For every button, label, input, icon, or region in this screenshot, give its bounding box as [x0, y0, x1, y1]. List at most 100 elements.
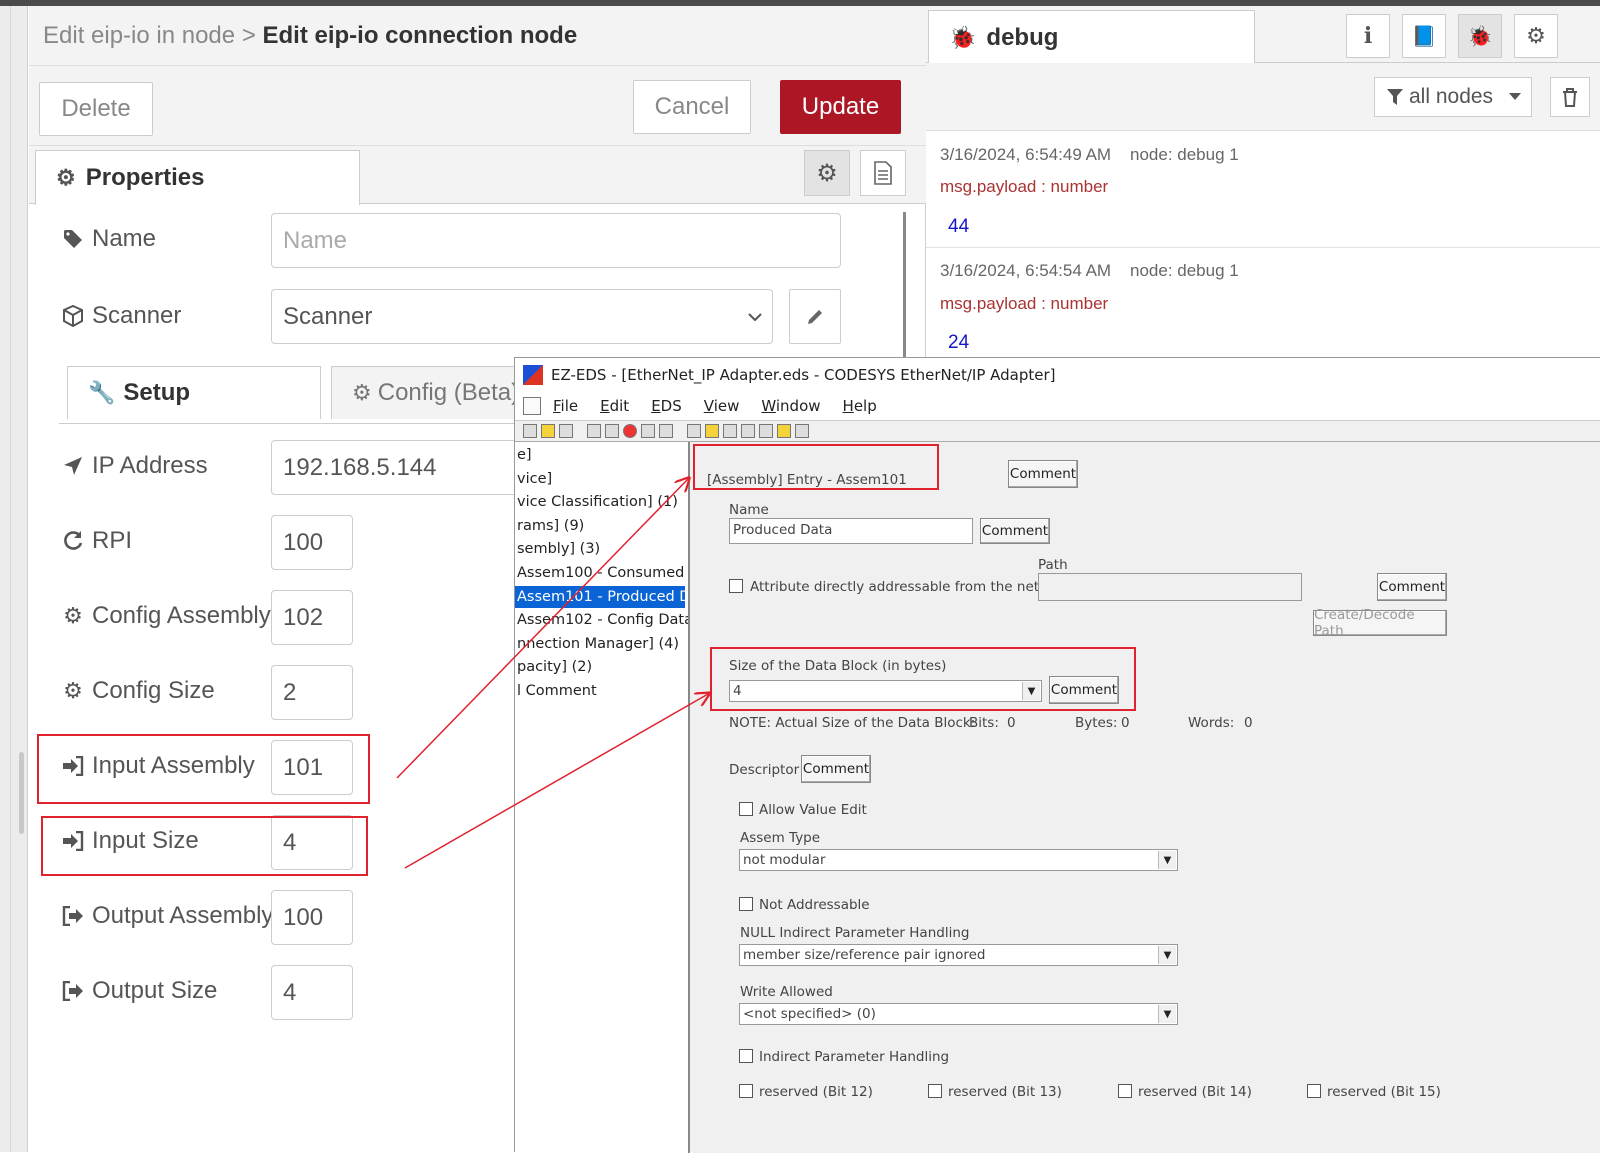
- assem-type-select[interactable]: not modular ▼: [739, 849, 1178, 871]
- editor-toolbar: Delete Cancel Update: [29, 66, 926, 146]
- setup-field-input[interactable]: 100: [271, 890, 353, 945]
- name-field[interactable]: Produced Data: [729, 518, 973, 544]
- menu-window[interactable]: Window: [761, 397, 820, 415]
- tool-icon[interactable]: [659, 424, 673, 438]
- tree-item[interactable]: nnection Manager] (4): [517, 633, 679, 655]
- cancel-button[interactable]: Cancel: [633, 80, 751, 134]
- menu-view[interactable]: View: [704, 397, 740, 415]
- comment-button[interactable]: Comment: [980, 518, 1050, 544]
- update-button[interactable]: Update: [780, 80, 901, 134]
- tool-icon[interactable]: [741, 424, 755, 438]
- scanner-select[interactable]: Scanner: [271, 289, 773, 344]
- refresh-icon: [62, 530, 84, 552]
- tree-item[interactable]: rams] (9): [517, 515, 584, 537]
- tool-icon[interactable]: [687, 424, 701, 438]
- tree-item[interactable]: l Comment: [517, 680, 597, 702]
- menu-eds[interactable]: EDS: [651, 397, 682, 415]
- input-assembly-highlight: [37, 734, 370, 804]
- debug-message[interactable]: 3/16/2024, 6:54:49 AM node: debug 1 msg.…: [926, 131, 1600, 248]
- filter-nodes-button[interactable]: all nodes: [1374, 77, 1532, 117]
- open-folder-icon[interactable]: [541, 424, 555, 438]
- allow-value-edit-checkbox[interactable]: [739, 802, 753, 816]
- filter-label: all nodes: [1409, 85, 1494, 108]
- comment-button[interactable]: Comment: [1008, 460, 1078, 488]
- reserved-bit-15-checkbox[interactable]: [1307, 1084, 1321, 1098]
- not-addressable-checkbox[interactable]: [739, 897, 753, 911]
- tab-setup[interactable]: 🔧 Setup: [67, 366, 321, 419]
- setup-field-input[interactable]: 100: [271, 515, 353, 570]
- stop-icon[interactable]: [623, 424, 637, 438]
- tool-icon[interactable]: [705, 424, 719, 438]
- bytes-label: Bytes:: [1075, 715, 1118, 731]
- settings-tab-button[interactable]: ⚙: [1514, 14, 1558, 58]
- copy-icon[interactable]: [587, 424, 601, 438]
- path-label: Path: [1038, 557, 1068, 573]
- info-tab-button[interactable]: i: [1346, 14, 1390, 58]
- name-input[interactable]: Name: [271, 213, 841, 268]
- save-icon[interactable]: [559, 424, 573, 438]
- tree-item[interactable]: pacity] (2): [517, 656, 592, 678]
- tool-icon[interactable]: [759, 424, 773, 438]
- reserved-bit-12-checkbox[interactable]: [739, 1084, 753, 1098]
- null-indirect-select[interactable]: member size/reference pair ignored ▼: [739, 944, 1178, 966]
- menu-help[interactable]: Help: [843, 397, 877, 415]
- edit-scanner-button[interactable]: [789, 289, 841, 344]
- tab-properties[interactable]: ⚙ Properties: [35, 150, 360, 205]
- tool-icon[interactable]: [723, 424, 737, 438]
- help-icon[interactable]: [777, 424, 791, 438]
- comment-button[interactable]: Comment: [801, 755, 871, 783]
- note-label: NOTE: Actual Size of the Data Block:: [729, 715, 976, 731]
- setup-field-input[interactable]: 4: [271, 965, 353, 1020]
- indirect-param-checkbox[interactable]: [739, 1049, 753, 1063]
- tree-item[interactable]: sembly] (3): [517, 538, 600, 560]
- breadcrumb-parent[interactable]: Edit eip-io in node: [43, 22, 235, 49]
- chevron-down-icon: [748, 313, 762, 322]
- gear-icon: ⚙: [56, 165, 76, 190]
- comment-button[interactable]: Comment: [1377, 573, 1447, 601]
- attribute-addressable-checkbox[interactable]: [729, 579, 743, 593]
- tree-item[interactable]: vice]: [517, 468, 552, 490]
- tree-item[interactable]: Assem100 - Consumed D: [517, 562, 688, 584]
- node-settings-button[interactable]: ⚙: [804, 150, 850, 196]
- context-help-icon[interactable]: [795, 424, 809, 438]
- editor-scrollbar[interactable]: [903, 212, 906, 364]
- app-logo-icon: [523, 365, 543, 385]
- menu-edit[interactable]: Edit: [600, 397, 629, 415]
- help-tab-button[interactable]: 📘: [1402, 14, 1446, 58]
- reserved-bit-14-checkbox[interactable]: [1118, 1084, 1132, 1098]
- delete-button[interactable]: Delete: [39, 82, 153, 136]
- setup-label-row: IP Address: [62, 452, 208, 480]
- tree-item[interactable]: e]: [517, 444, 532, 466]
- message-meta: 3/16/2024, 6:54:54 AM node: debug 1: [940, 261, 1239, 281]
- write-allowed-select[interactable]: <not specified> (0) ▼: [739, 1003, 1178, 1025]
- tag-icon: [62, 228, 84, 250]
- setup-field-input[interactable]: 102: [271, 590, 353, 645]
- tab-debug[interactable]: 🐞 debug: [928, 10, 1255, 64]
- path-field[interactable]: [1038, 573, 1302, 601]
- setup-field-input[interactable]: 192.168.5.144: [271, 440, 551, 495]
- tool-icon[interactable]: [641, 424, 655, 438]
- input-size-highlight: [41, 816, 368, 876]
- reserved-bit-13-checkbox[interactable]: [928, 1084, 942, 1098]
- entry-title-highlight: [693, 444, 939, 490]
- new-file-icon[interactable]: [523, 424, 537, 438]
- paste-icon[interactable]: [605, 424, 619, 438]
- name-label: Name: [92, 225, 157, 252]
- setup-field-label: IP Address: [92, 452, 208, 479]
- setup-field-input[interactable]: 2: [271, 665, 353, 720]
- tree-item[interactable]: Assem101 - Produced Da: [515, 585, 688, 608]
- tree-item[interactable]: vice Classification] (1): [517, 491, 678, 513]
- resize-handle[interactable]: [19, 752, 24, 834]
- debug-message[interactable]: 3/16/2024, 6:54:54 AM node: debug 1 msg.…: [926, 249, 1600, 359]
- assem-type-value: not modular: [743, 852, 826, 868]
- clear-messages-button[interactable]: [1550, 77, 1590, 117]
- node-description-button[interactable]: [860, 150, 906, 196]
- message-time: 3/16/2024, 6:54:49 AM: [940, 145, 1112, 164]
- create-decode-path-button[interactable]: Create/Decode Path: [1313, 607, 1447, 639]
- debug-tab-button[interactable]: 🐞: [1458, 14, 1502, 58]
- name-label: Name: [729, 502, 769, 518]
- info-icon: i: [1363, 23, 1373, 49]
- menu-file[interactable]: File: [553, 397, 578, 415]
- trash-icon: [1563, 88, 1577, 107]
- tree-item[interactable]: Assem102 - Config Data: [517, 609, 688, 631]
